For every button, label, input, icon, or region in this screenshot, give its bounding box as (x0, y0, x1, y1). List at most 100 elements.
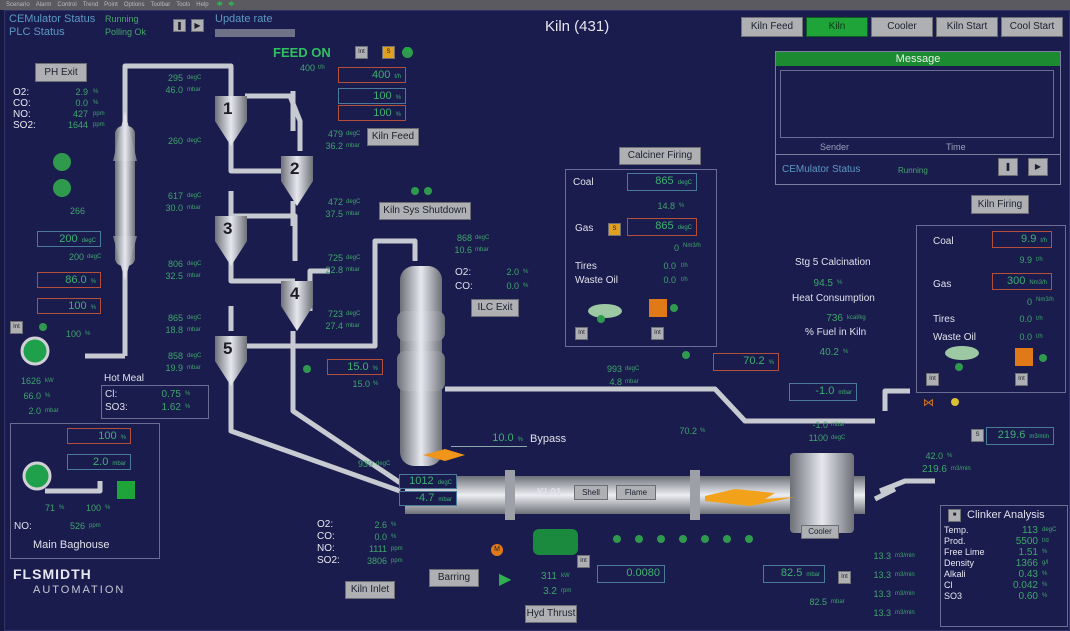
calciner-int-button-2[interactable]: Int (651, 327, 664, 340)
calciner-gas-s-button[interactable]: S (608, 223, 621, 236)
burner-valve-icon[interactable]: ⋈ (923, 396, 934, 409)
kiln-firing-int-2[interactable]: Int (1015, 373, 1028, 386)
message-pause-button[interactable]: ❚ (998, 158, 1018, 176)
nav-kiln-start-button[interactable]: Kiln Start (936, 17, 998, 37)
nav-cool-start-button[interactable]: Cool Start (1001, 17, 1063, 37)
menu-control[interactable]: Control (57, 2, 76, 8)
barring-button[interactable]: Barring (429, 569, 479, 587)
kiln-gas-label: Gas (933, 279, 952, 290)
feed-speed-box[interactable]: 100% (338, 88, 406, 104)
calciner-waste-oil-icon[interactable] (649, 299, 667, 317)
baghouse-damper-icon[interactable] (117, 481, 135, 499)
message-list[interactable] (780, 70, 1054, 138)
menu-alarm[interactable]: Alarm (36, 2, 52, 8)
barring-play-icon[interactable]: ▶ (499, 569, 511, 589)
cooler-fan-1-icon[interactable] (613, 535, 621, 543)
update-rate-slider[interactable] (215, 29, 295, 37)
nav-kiln-button[interactable]: Kiln (806, 17, 868, 37)
cooler-int-button[interactable]: Int (838, 571, 851, 584)
mid-press2: 22.8 (325, 265, 343, 275)
kiln-shell-button[interactable]: Shell (574, 485, 608, 500)
fan-left-box1[interactable]: 200 degC (37, 231, 101, 247)
mid-split-box[interactable]: 15.0% (327, 359, 383, 375)
feed-box1-unit: t/h (394, 74, 401, 80)
burner-press-unit: % (947, 453, 953, 459)
calciner-int-button-1[interactable]: Int (575, 327, 588, 340)
riser-box[interactable]: 70.2% (713, 353, 779, 371)
kiln-sys-shutdown-button[interactable]: Kiln Sys Shutdown (379, 202, 471, 220)
cooler-fan-3-icon[interactable] (657, 535, 665, 543)
kiln-firing-button[interactable]: Kiln Firing (971, 195, 1029, 214)
cooler-box-unit: mbar (806, 572, 820, 578)
back-arrow-icon[interactable]: 🡄 (216, 2, 222, 8)
inlet-row-o2-value: 2.6 (374, 520, 387, 530)
kiln-inlet-button[interactable]: Kiln Inlet (345, 581, 395, 599)
hood-pressure-box[interactable]: -1.0 mbar (789, 383, 857, 401)
kiln-drive-motor[interactable] (533, 529, 578, 555)
menu-toolbar[interactable]: Toolbar (151, 2, 171, 8)
nav-cooler-button[interactable]: Cooler (871, 17, 933, 37)
fan-left-box4[interactable]: 100% (37, 298, 101, 314)
baghouse-box1[interactable]: 100% (67, 428, 131, 444)
burner-air-box[interactable]: 219.6 m3/min (986, 427, 1054, 445)
nav-kiln-feed-button[interactable]: Kiln Feed (741, 17, 803, 37)
kiln-flame-button[interactable]: Flame (616, 485, 656, 500)
damper-bottom-icon[interactable] (53, 179, 71, 197)
cooler-fan-6-icon[interactable] (723, 535, 731, 543)
calciner-gas-box[interactable]: 865 degC (627, 218, 697, 236)
riser-box-unit: % (768, 360, 774, 366)
kiln-inlet-temp-box[interactable]: 1012 degC (399, 474, 457, 489)
ilc-exit-button[interactable]: ILC Exit (471, 299, 519, 317)
kiln-coal-box-value: 9.9 (1021, 233, 1037, 245)
kiln-gas-box[interactable]: 300 Nm3/h (992, 273, 1052, 290)
cooler-fan-4-icon[interactable] (679, 535, 687, 543)
menu-tools[interactable]: Tools (176, 2, 190, 8)
baghouse-no-unit: ppm (89, 523, 101, 529)
feed-int-button[interactable]: Int (355, 46, 368, 59)
cooler-pressure-box[interactable]: 82.5 mbar (763, 565, 825, 583)
feed-s-button[interactable]: S (382, 46, 395, 59)
kiln-firing-int-1[interactable]: Int (926, 373, 939, 386)
cooler-box-value: 82.5 (780, 567, 803, 579)
menu-help[interactable]: Help (196, 2, 208, 8)
baghouse-box2[interactable]: 2.0 mbar (67, 454, 131, 470)
fan-left-box3[interactable]: 86.0% (37, 272, 101, 288)
kiln-waste-oil-icon[interactable] (1015, 348, 1033, 366)
inlet-row-so2-unit: ppm (391, 558, 403, 564)
feed-m-button[interactable]: M (402, 47, 413, 58)
menu-scenario[interactable]: Scenario (6, 2, 30, 8)
drive-kw-unit: kW (561, 573, 570, 579)
kiln-feed-button[interactable]: Kiln Feed (367, 128, 419, 146)
feed-setpoint-box[interactable]: 400 t/h (338, 67, 406, 83)
kiln-tires-status (955, 363, 963, 371)
forward-arrow-icon[interactable]: 🡆 (228, 2, 234, 8)
kiln-coal-box[interactable]: 9.9 t/h (992, 231, 1052, 248)
menu-trend[interactable]: Trend (83, 2, 98, 8)
ph-exit-button[interactable]: PH Exit (35, 63, 87, 82)
clinker-toggle-button[interactable]: ■ (948, 509, 961, 522)
menu-point[interactable]: Point (104, 2, 118, 8)
hyd-thrust-button[interactable]: Hyd Thrust (525, 605, 577, 623)
drive-int-button[interactable]: Int (577, 555, 590, 568)
burner-s-button[interactable]: S (971, 429, 984, 442)
cooler-fan-2-icon[interactable] (635, 535, 643, 543)
damper-top-icon[interactable] (53, 153, 71, 171)
calciner-firing-button[interactable]: Calciner Firing (619, 147, 701, 165)
message-play-button[interactable]: ▶ (1028, 158, 1048, 176)
cooler-fan-7-icon[interactable] (745, 535, 753, 543)
menu-options[interactable]: Options (124, 2, 145, 8)
pause-button[interactable]: ❚ (173, 19, 186, 32)
kiln-inlet-press-box[interactable]: -4.7 mbar (399, 491, 457, 506)
bypass-box[interactable]: 10.0% (451, 431, 527, 447)
calciner-coal-box[interactable]: 865 degC (627, 173, 697, 191)
cooler-fan-5-icon[interactable] (701, 535, 709, 543)
id-fan-left[interactable] (20, 336, 50, 366)
fan-left-int-button[interactable]: Int (10, 321, 23, 334)
feed-split-box[interactable]: 100% (338, 105, 406, 121)
play-button[interactable]: ▶ (191, 19, 204, 32)
hot-meal-cl-unit: % (185, 391, 191, 397)
clinker-row-unit: t/d (1042, 538, 1049, 544)
cooler-button[interactable]: Cooler (801, 525, 839, 539)
drive-motor-m-icon[interactable]: M (491, 544, 503, 556)
drive-setpoint-box[interactable]: 0.0080 (597, 565, 665, 583)
